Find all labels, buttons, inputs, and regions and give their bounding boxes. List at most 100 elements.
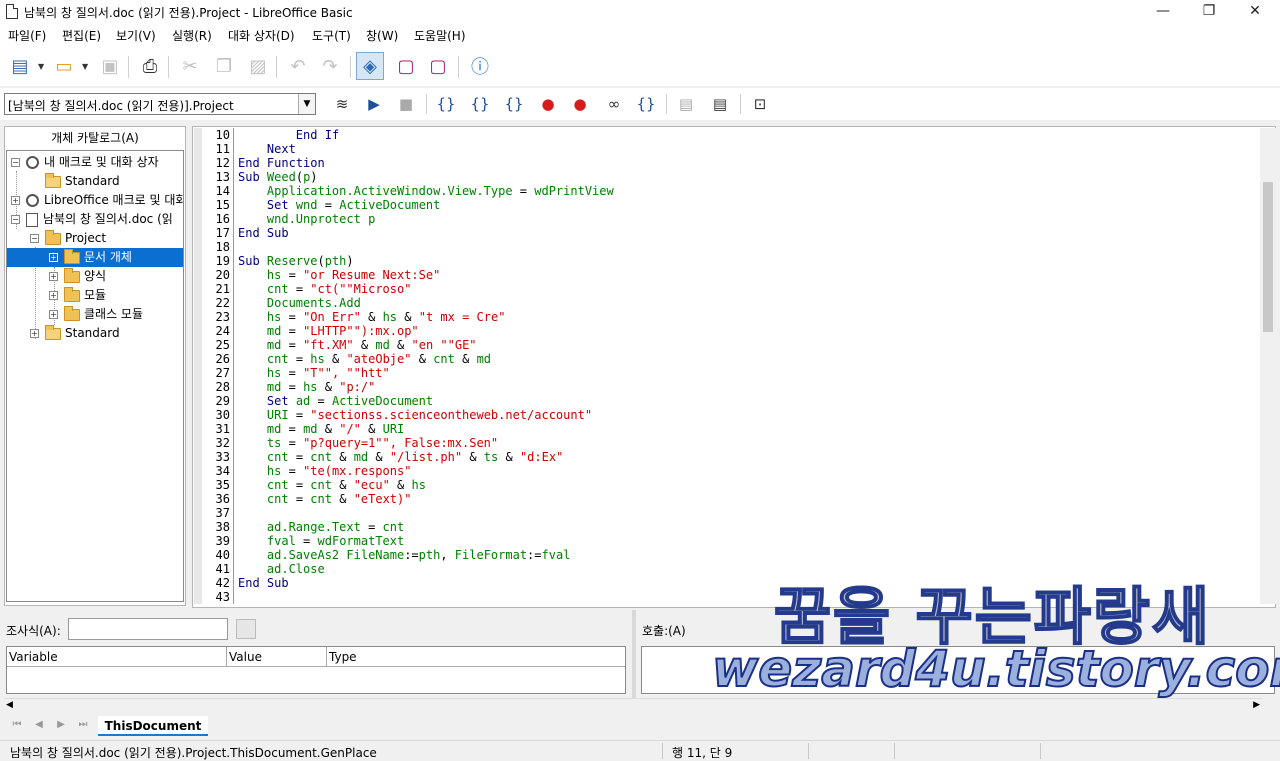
next-tab-icon[interactable]: ▶ xyxy=(54,719,68,730)
save-icon[interactable]: ▣ xyxy=(96,52,124,80)
help-icon[interactable]: ⓘ xyxy=(466,52,494,80)
prev-tab-icon[interactable]: ◀ xyxy=(32,719,46,730)
code-line[interactable]: ad.SaveAs2 FileName:=pth, FileFormat:=fv… xyxy=(238,548,571,562)
code-line[interactable]: hs = "or Resume Next:Se" xyxy=(238,268,440,282)
menu-dialog[interactable]: 대화 상자(D) xyxy=(228,27,295,44)
menu-help[interactable]: 도움말(H) xyxy=(414,27,466,44)
expand-icon[interactable]: + xyxy=(49,291,58,300)
chevron-down-icon[interactable]: ▼ xyxy=(82,62,88,71)
code-line[interactable]: md = hs & "p:/" xyxy=(238,380,375,394)
code-line[interactable]: md = md & "/" & URI xyxy=(238,422,404,436)
collapse-icon[interactable]: − xyxy=(11,215,20,224)
minimize-button[interactable]: — xyxy=(1140,0,1186,24)
menu-view[interactable]: 보기(V) xyxy=(116,27,156,44)
code-line[interactable]: cnt = hs & "ateObje" & cnt & md xyxy=(238,352,491,366)
code-line[interactable]: End Function xyxy=(238,156,325,170)
menu-file[interactable]: 파일(F) xyxy=(8,27,46,44)
code-area[interactable]: End If Next End Function Sub Weed(p) Appli… xyxy=(238,128,1258,604)
tab-thisdocument[interactable]: ThisDocument xyxy=(98,716,208,736)
code-line[interactable]: ad.Range.Text = cnt xyxy=(238,520,404,534)
step-out-icon[interactable]: {} xyxy=(502,92,526,116)
column-header-value[interactable]: Value xyxy=(227,647,327,667)
step-over-icon[interactable]: {} xyxy=(468,92,492,116)
code-line[interactable]: cnt = cnt & md & "/list.ph" & ts & "d:Ex… xyxy=(238,450,563,464)
tree-node-document[interactable]: − 남북의 창 질의서.doc (읽 xyxy=(11,210,173,229)
tree-node-modules[interactable]: + 모듈 xyxy=(49,286,106,305)
vertical-scrollbar[interactable] xyxy=(1260,128,1276,604)
code-line[interactable]: fval = wdFormatText xyxy=(238,534,404,548)
chevron-down-icon[interactable]: ▼ xyxy=(298,94,315,114)
code-line[interactable]: End If xyxy=(238,128,339,142)
code-line[interactable]: md = "ft.XM" & md & "en ""GE" xyxy=(238,338,477,352)
code-line[interactable]: md = "LHTTP""):mx.op" xyxy=(238,324,419,338)
code-line[interactable]: cnt = "ct(""Microso" xyxy=(238,282,412,296)
code-line[interactable]: cnt = cnt & "eText)" xyxy=(238,492,412,506)
open-icon[interactable]: ▭ xyxy=(50,52,78,80)
code-line[interactable]: URI = "sectionss.scienceontheweb.net/acc… xyxy=(238,408,592,422)
code-line[interactable]: hs = "te(mx.respons" xyxy=(238,464,412,478)
code-line[interactable]: ad.Close xyxy=(238,562,325,576)
stop-icon[interactable]: ■ xyxy=(394,92,418,116)
expand-icon[interactable]: + xyxy=(49,310,58,319)
menu-window[interactable]: 창(W) xyxy=(366,27,398,44)
code-line[interactable]: Set wnd = ActiveDocument xyxy=(238,198,440,212)
macro-organizer-icon[interactable]: ▢ xyxy=(424,52,452,80)
code-line[interactable]: Documents.Add xyxy=(238,296,361,310)
code-line[interactable]: ts = "p?query=1"", False:mx.Sen" xyxy=(238,436,498,450)
code-line[interactable]: Next xyxy=(238,142,296,156)
tree-node-project[interactable]: − Project xyxy=(30,229,106,248)
cut-icon[interactable]: ✂ xyxy=(176,52,204,80)
manage-breakpoints-icon[interactable]: ● xyxy=(568,92,592,116)
insert-source-icon[interactable]: ▤ xyxy=(674,92,698,116)
scroll-left-icon[interactable]: ◀ xyxy=(6,700,13,710)
horizontal-scrollbar[interactable]: ◀ ▶ xyxy=(4,698,1262,714)
copy-icon[interactable]: ❐ xyxy=(210,52,238,80)
code-line[interactable]: wnd.Unprotect p xyxy=(238,212,375,226)
expand-icon[interactable]: + xyxy=(30,329,39,338)
column-header-variable[interactable]: Variable xyxy=(7,647,227,667)
code-line[interactable]: cnt = cnt & "ecu" & hs xyxy=(238,478,426,492)
expand-icon[interactable]: + xyxy=(49,253,58,262)
tree-node-standard[interactable]: Standard xyxy=(45,172,120,191)
export-source-icon[interactable]: ▤ xyxy=(708,92,732,116)
tree-node-libreoffice-macros[interactable]: + LibreOffice 매크로 및 대화 xyxy=(11,191,183,210)
tree-node-my-macros[interactable]: − 내 매크로 및 대화 상자 xyxy=(11,153,183,172)
restore-button[interactable]: ❐ xyxy=(1186,0,1232,24)
close-button[interactable]: ✕ xyxy=(1232,0,1278,24)
menu-run[interactable]: 실행(R) xyxy=(172,27,212,44)
expand-icon[interactable]: + xyxy=(49,272,58,281)
watch-input[interactable] xyxy=(68,618,228,640)
code-line[interactable]: Application.ActiveWindow.View.Type = wdP… xyxy=(238,184,614,198)
collapse-icon[interactable]: − xyxy=(11,158,20,167)
code-line[interactable]: End Sub xyxy=(238,576,289,590)
new-icon[interactable]: ▤ xyxy=(6,52,34,80)
select-macro-icon[interactable]: ▢ xyxy=(392,52,420,80)
tree-node-forms[interactable]: + 양식 xyxy=(49,267,106,286)
paste-icon[interactable]: ▨ xyxy=(244,52,272,80)
print-icon[interactable]: ⎙ xyxy=(136,52,164,80)
run-icon[interactable]: ▶ xyxy=(362,92,386,116)
scroll-right-icon[interactable]: ▶ xyxy=(1253,700,1260,710)
object-catalog-tree[interactable]: − 내 매크로 및 대화 상자 Standard + LibreOffice 매크로… xyxy=(6,150,184,602)
import-dialog-icon[interactable]: ⊡ xyxy=(748,92,772,116)
step-into-icon[interactable]: {} xyxy=(434,92,458,116)
menu-tools[interactable]: 도구(T) xyxy=(312,27,351,44)
watch-icon[interactable]: ∞ xyxy=(602,92,626,116)
compile-icon[interactable]: ≋ xyxy=(330,92,354,116)
menu-edit[interactable]: 편집(E) xyxy=(62,27,101,44)
select-module-icon[interactable]: ◈ xyxy=(356,52,384,80)
panel-splitter[interactable] xyxy=(632,610,636,700)
code-line[interactable]: Sub Weed(p) xyxy=(238,170,318,184)
tree-node-standard-doc[interactable]: + Standard xyxy=(30,324,120,343)
chevron-down-icon[interactable]: ▼ xyxy=(38,62,44,71)
remove-watch-button[interactable] xyxy=(236,619,256,639)
code-line[interactable]: End Sub xyxy=(238,226,289,240)
last-tab-icon[interactable]: ⏭ xyxy=(76,719,90,730)
first-tab-icon[interactable]: ⏮ xyxy=(10,719,24,730)
expand-icon[interactable]: + xyxy=(11,196,20,205)
undo-icon[interactable]: ↶ xyxy=(284,52,312,80)
code-line[interactable]: hs = "T"", ""htt" xyxy=(238,366,390,380)
tree-node-document-objects[interactable]: + 문서 개체 xyxy=(7,248,183,267)
collapse-icon[interactable]: − xyxy=(30,234,39,243)
code-line[interactable]: hs = "On Err" & hs & "t mx = Cre" xyxy=(238,310,506,324)
